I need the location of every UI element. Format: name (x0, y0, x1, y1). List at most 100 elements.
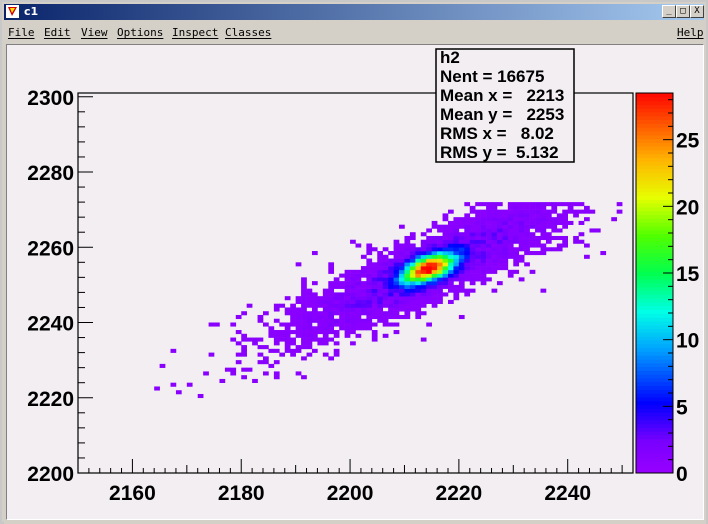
minimize-button[interactable]: _ (662, 5, 676, 18)
menu-help[interactable]: Help (677, 26, 704, 39)
heatmap-cell (502, 220, 509, 225)
heatmap-cell (366, 266, 373, 271)
heatmap-cell (415, 258, 422, 263)
heatmap-cell (208, 352, 215, 357)
heatmap-cell (393, 288, 400, 293)
heatmap-cell (475, 232, 481, 237)
menu-view[interactable]: View (81, 26, 108, 39)
heatmap-cell (551, 235, 558, 241)
heatmap-cell (246, 367, 253, 372)
heatmap-cell (409, 266, 416, 271)
heatmap-cell (377, 311, 383, 316)
heatmap-cell (344, 277, 351, 282)
histogram-plot[interactable]: 2160 2180 2200 2220 2240 2200 2220 2240 2260 2280… (7, 45, 703, 519)
heatmap-cell (333, 333, 340, 338)
heatmap-cell (540, 213, 547, 218)
heatmap-cell (469, 209, 476, 214)
menu-classes[interactable]: Classes (225, 26, 271, 39)
heatmap-cell (382, 318, 389, 323)
heatmap-cell (442, 251, 449, 256)
menu-inspect[interactable]: Inspect (172, 26, 218, 39)
heatmap-cell (540, 247, 547, 252)
heatmap-cell (322, 303, 329, 308)
heatmap-cell (350, 307, 356, 312)
heatmap-cell (518, 243, 525, 248)
heatmap-cell (453, 247, 460, 252)
heatmap-cell (507, 247, 514, 252)
heatmap-cell (475, 251, 481, 256)
heatmap-cell (513, 220, 520, 225)
heatmap-cell (415, 303, 422, 308)
heatmap-cell (535, 209, 541, 214)
heatmap-cell (437, 288, 443, 293)
heatmap-cell (311, 337, 318, 342)
heatmap-cell (437, 284, 443, 289)
heatmap-cell (350, 341, 356, 346)
palette-band (636, 233, 673, 238)
heatmap-cell (333, 352, 340, 357)
heatmap-cell (491, 251, 498, 256)
maximize-button[interactable]: □ (676, 5, 690, 18)
heatmap-cell (453, 258, 460, 263)
heatmap-cell (295, 262, 302, 267)
heatmap-cell (295, 318, 302, 323)
heatmap-cell (344, 299, 351, 304)
palette-band (636, 131, 673, 136)
heatmap-cell (404, 288, 411, 293)
heatmap-cell (556, 235, 563, 241)
stats-entries: Nent = 16675 (440, 67, 544, 86)
palette-band (636, 180, 673, 185)
heatmap-cell (295, 299, 302, 304)
menu-options[interactable]: Options (117, 26, 163, 39)
heatmap-cell (480, 269, 487, 274)
heatmap-cell (399, 288, 405, 293)
heatmap-cell (377, 318, 383, 323)
heatmap-cell (513, 202, 520, 207)
heatmap-cell (469, 266, 476, 271)
heatmap-cell (322, 326, 329, 331)
heatmap-cell (273, 375, 280, 380)
heatmap-cell (458, 239, 465, 244)
heatmap-cell (518, 224, 525, 229)
heatmap-cell (366, 284, 373, 289)
heatmap-cell (355, 281, 362, 286)
heatmap-cell (491, 213, 498, 218)
heatmap-cell (404, 251, 411, 256)
stats-mean-x: Mean x = 2213 (440, 86, 564, 105)
canvas-area[interactable]: 2160 2180 2200 2220 2240 2200 2220 2240 2260 2280… (6, 44, 704, 520)
heatmap-cell (431, 303, 438, 308)
heatmap-cell (333, 303, 340, 308)
menu-file[interactable]: File (8, 26, 35, 39)
stats-box[interactable]: h2 Nent = 16675 Mean x = 2213 Mean y = 2… (435, 48, 575, 163)
window-title: c1 (24, 5, 39, 18)
title-bar[interactable]: c1 _ □ X (4, 4, 704, 20)
y-tick-label: 2220 (27, 388, 74, 411)
heatmap-cell (404, 247, 411, 252)
heatmap-cell (415, 277, 422, 282)
heatmap-cell (377, 266, 383, 271)
heatmap-cell (404, 239, 411, 244)
heatmap-cell (448, 224, 454, 229)
heatmap-cell (371, 330, 378, 335)
heatmap-cell (366, 273, 373, 278)
heatmap-cell (409, 251, 416, 256)
heatmap-cell (529, 224, 536, 229)
heatmap-cell (382, 269, 389, 274)
palette-band (636, 359, 673, 364)
heatmap-cell (475, 224, 481, 229)
heatmap-cell (306, 322, 313, 327)
heatmap-cell (328, 337, 335, 342)
heatmap-cell (333, 322, 340, 327)
close-button[interactable]: X (690, 5, 704, 18)
heatmap-cell (453, 217, 460, 222)
heatmap-cell (578, 202, 585, 207)
heatmap-cell (578, 239, 585, 244)
heatmap-cell (203, 371, 209, 376)
heatmap-cell (437, 235, 443, 241)
palette-band (636, 134, 673, 140)
menu-edit[interactable]: Edit (44, 26, 71, 39)
heatmap-cell (273, 341, 280, 346)
heatmap-cell (366, 288, 373, 293)
heatmap-cell (496, 209, 503, 214)
heatmap-cell (333, 330, 340, 335)
